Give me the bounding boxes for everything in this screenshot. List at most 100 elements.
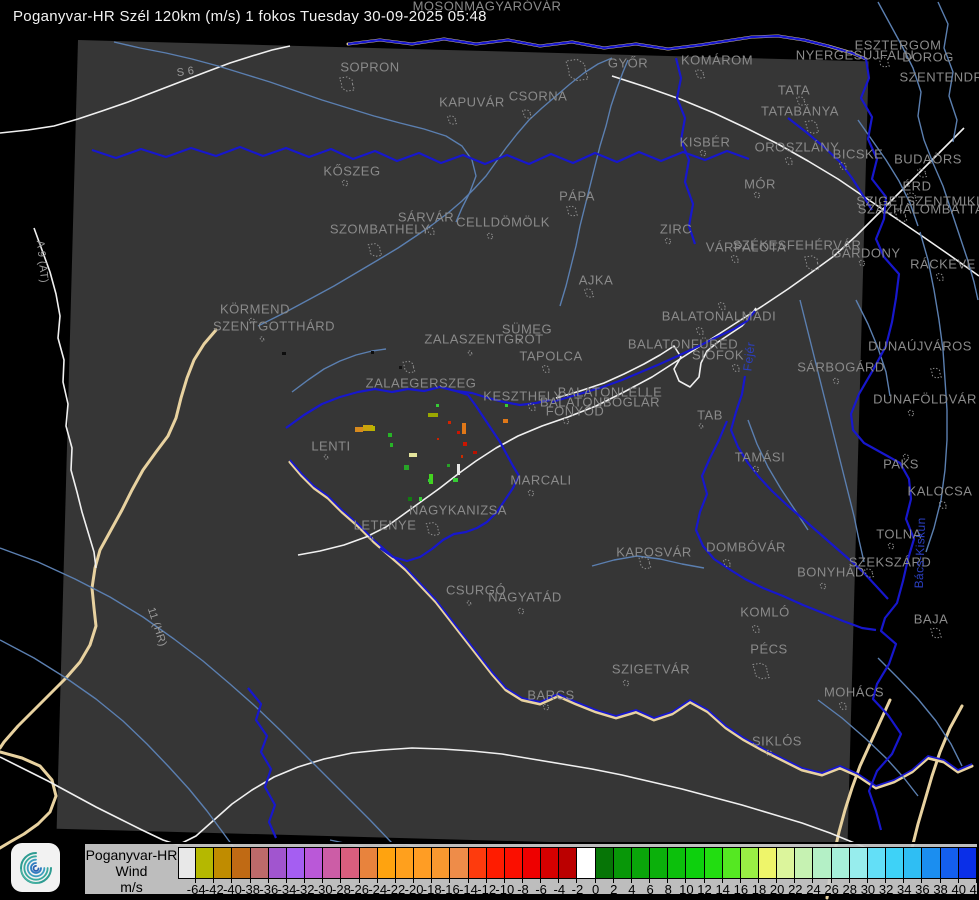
city-label: ÉRD — [903, 178, 932, 193]
city-label: SZÁZHALOMBATTA — [858, 201, 979, 216]
city-label: BICSKE — [833, 146, 884, 161]
legend-swatch — [396, 847, 414, 879]
legend-cell: -38 — [232, 847, 250, 896]
city-label: TATA — [778, 82, 810, 97]
legend-cell: 32 — [868, 847, 886, 896]
city-label: GYŐR — [608, 55, 648, 70]
city-label: DUNAFÖLDVÁR — [873, 391, 977, 406]
legend-cell: -24 — [360, 847, 378, 896]
city-label: LENTI — [311, 438, 350, 453]
city-label: KOMÁROM — [681, 52, 753, 67]
legend-swatch — [632, 847, 650, 879]
legend-swatch — [614, 847, 632, 879]
legend-swatch — [777, 847, 795, 879]
legend-swatch — [596, 847, 614, 879]
legend-swatch — [959, 847, 977, 879]
legend-swatch — [904, 847, 922, 879]
legend-cell: 14 — [705, 847, 723, 896]
legend-swatch — [378, 847, 396, 879]
radar-echo — [505, 404, 508, 407]
legend-cell: 18 — [741, 847, 759, 896]
radar-echo — [419, 497, 422, 501]
city-label: KÖRMEND — [220, 301, 290, 316]
legend-cell: -28 — [323, 847, 341, 896]
radar-echo — [457, 464, 460, 475]
legend-cell: 24 — [795, 847, 813, 896]
legend-swatch — [232, 847, 250, 879]
radar-echo — [404, 465, 409, 470]
legend-cell: -10 — [487, 847, 505, 896]
legend-cell: 16 — [723, 847, 741, 896]
city-label: BALATONALMÁDI — [662, 308, 776, 323]
city-label: ZALAEGERSZEG — [366, 375, 477, 390]
city-label: SÁRBOGÁRD — [797, 359, 885, 374]
legend-color-bar-wrap: -64-42-40-38-36-34-32-30-28-26-24-22-20-… — [178, 847, 977, 894]
radar-echo — [447, 464, 450, 467]
spiral-logo — [11, 843, 60, 892]
city-label: CELLDÖMÖLK — [456, 214, 550, 229]
radar-echo — [399, 366, 402, 369]
legend-cell: -12 — [469, 847, 487, 896]
legend-panel: Poganyvar-HR Wind m/s -64-42-40-38-36-34… — [83, 842, 979, 896]
legend-swatch — [850, 847, 868, 879]
city-label: GÁRDONY — [831, 245, 900, 260]
city-label: CSORNA — [509, 88, 568, 103]
city-label: BAJA — [914, 611, 949, 626]
legend-cell: 20 — [759, 847, 777, 896]
legend-cell: -20 — [396, 847, 414, 896]
legend-swatch — [269, 847, 287, 879]
city-label: KŐSZEG — [323, 163, 380, 178]
legend-swatch — [251, 847, 269, 879]
legend-swatch — [287, 847, 305, 879]
city-label: AJKA — [579, 272, 614, 287]
radar-product-screen: MOSONMAGYARÓVÁRSOPRONKAPUVÁRCSORNAGYŐRKO… — [0, 0, 979, 900]
radar-echo — [390, 443, 393, 447]
legend-cell: -18 — [414, 847, 432, 896]
legend-cell: -40 — [214, 847, 232, 896]
radar-field — [57, 40, 869, 850]
legend-swatch — [705, 847, 723, 879]
product-title: Poganyvar-HR Szél 120km (m/s) 1 fokos Tu… — [13, 8, 487, 25]
legend-cell: -16 — [432, 847, 450, 896]
city-label: NAGYKANIZSA — [409, 502, 507, 517]
legend-cell: 26 — [813, 847, 831, 896]
radar-echo — [355, 427, 363, 432]
city-label: DUNAÚJVÁROS — [868, 338, 972, 353]
city-label: BARCS — [527, 687, 574, 702]
spiral-logo-icon — [16, 848, 56, 888]
legend-caption: Poganyvar-HR Wind m/s — [85, 844, 178, 894]
radar-echo — [457, 431, 460, 434]
legend-swatch — [813, 847, 831, 879]
legend-swatch — [922, 847, 940, 879]
legend-cell: -42 — [196, 847, 214, 896]
legend-cell: -8 — [505, 847, 523, 896]
legend-color-bar: -64-42-40-38-36-34-32-30-28-26-24-22-20-… — [178, 847, 977, 896]
city-label: PÉCS — [750, 641, 787, 656]
legend-swatch — [741, 847, 759, 879]
legend-cell: 38 — [922, 847, 940, 896]
legend-cell: -30 — [305, 847, 323, 896]
legend-swatch — [577, 847, 595, 879]
legend-swatch — [432, 847, 450, 879]
radar-echo — [282, 352, 286, 355]
city-label: KAPUVÁR — [439, 94, 505, 109]
legend-cell: -32 — [287, 847, 305, 896]
legend-swatch — [723, 847, 741, 879]
city-label: SOPRON — [340, 59, 399, 74]
radar-echo — [436, 404, 439, 407]
legend-swatch — [505, 847, 523, 879]
city-label: TAB — [697, 407, 723, 422]
city-label: TATABÁNYA — [761, 103, 839, 118]
radar-echo — [448, 421, 451, 424]
legend-swatch — [214, 847, 232, 879]
radar-echo — [463, 442, 467, 446]
legend-swatch — [450, 847, 468, 879]
city-label: PÁPA — [559, 188, 595, 203]
city-label: KALOCSA — [908, 483, 973, 498]
legend-swatch — [832, 847, 850, 879]
city-label: RÁCKEVE — [910, 256, 976, 271]
legend-cell: 42 — [959, 847, 977, 896]
radar-echo — [453, 478, 458, 482]
legend-tick-label: 42 — [970, 882, 979, 897]
legend-swatch — [305, 847, 323, 879]
